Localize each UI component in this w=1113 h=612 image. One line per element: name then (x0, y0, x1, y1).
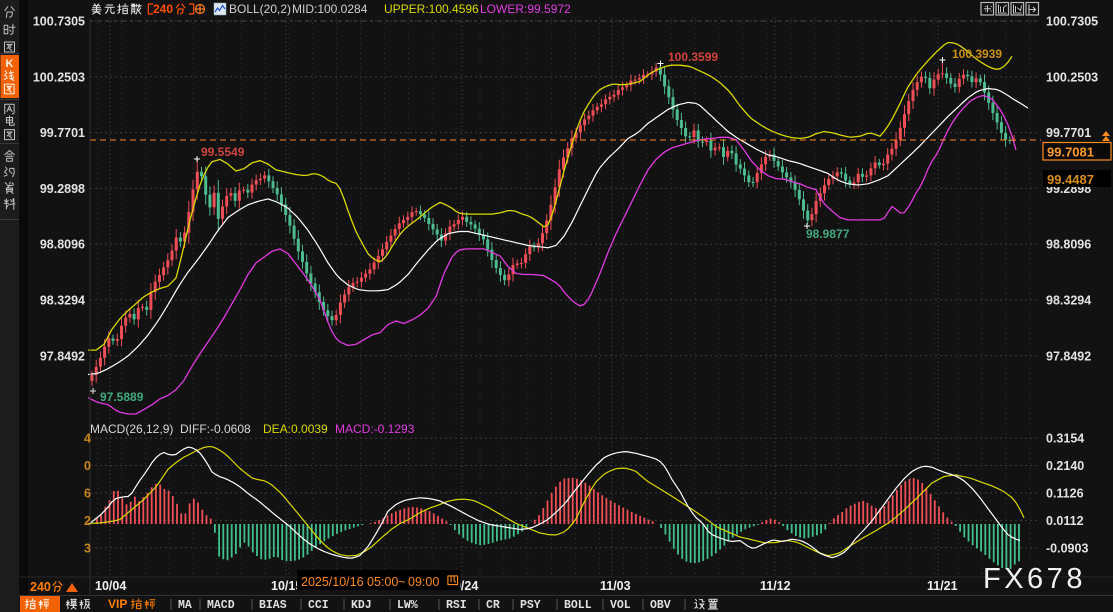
svg-text:99.7081: 99.7081 (1047, 145, 1094, 160)
svg-text:100.7305: 100.7305 (1046, 15, 1098, 29)
svg-text:3: 3 (84, 541, 91, 555)
svg-text:2: 2 (84, 514, 91, 528)
svg-text:CR: CR (486, 599, 500, 612)
svg-text:11/03: 11/03 (600, 579, 631, 593)
svg-text:OBV: OBV (650, 599, 671, 612)
svg-text:PSY: PSY (520, 599, 541, 612)
svg-text:RSI: RSI (446, 599, 467, 612)
svg-text:98.3294: 98.3294 (40, 294, 85, 308)
svg-text:CCI: CCI (308, 599, 329, 612)
svg-text:100.2503: 100.2503 (1046, 70, 1098, 84)
svg-text:97.5889: 97.5889 (100, 390, 144, 404)
svg-text:240: 240 (30, 580, 51, 594)
svg-text:KDJ: KDJ (351, 599, 372, 612)
svg-text:100.3939: 100.3939 (952, 47, 1002, 61)
svg-text:0.0112: 0.0112 (1046, 514, 1084, 528)
svg-text:99.4487: 99.4487 (1047, 172, 1094, 187)
svg-text:10/04: 10/04 (95, 579, 126, 593)
svg-text:-0.0903: -0.0903 (1046, 541, 1088, 555)
svg-text:BOLL(20,2): BOLL(20,2) (229, 2, 291, 16)
svg-text:11/21: 11/21 (927, 579, 958, 593)
svg-text:BOLL: BOLL (564, 599, 592, 612)
svg-text:09:00: 09:00 (408, 575, 439, 589)
svg-text:LOWER:99.5972: LOWER:99.5972 (480, 2, 571, 16)
svg-text:99.5549: 99.5549 (201, 145, 245, 159)
svg-text:11/12: 11/12 (760, 579, 791, 593)
svg-text:BIAS: BIAS (259, 599, 287, 612)
svg-text:100.7305: 100.7305 (33, 15, 85, 29)
svg-text:98.8096: 98.8096 (40, 238, 85, 252)
svg-text:DEA:0.0039: DEA:0.0039 (263, 422, 328, 436)
svg-text:99.7701: 99.7701 (1046, 126, 1091, 140)
svg-text:99.2898: 99.2898 (40, 182, 85, 196)
svg-text:VIP: VIP (108, 597, 127, 611)
svg-text:0.2140: 0.2140 (1046, 459, 1084, 473)
svg-text:VOL: VOL (610, 599, 631, 612)
svg-text:LW%: LW% (397, 599, 418, 612)
svg-text:MACD: MACD (207, 599, 235, 612)
svg-text:MACD:-0.1293: MACD:-0.1293 (335, 422, 415, 436)
svg-text:UPPER:100.4596: UPPER:100.4596 (384, 2, 479, 16)
svg-text:100.3599: 100.3599 (668, 50, 718, 64)
svg-text:98.9877: 98.9877 (806, 227, 850, 241)
svg-text:6: 6 (84, 486, 91, 500)
svg-text:MID:100.0284: MID:100.0284 (292, 2, 368, 16)
svg-text:98.8096: 98.8096 (1046, 238, 1091, 252)
svg-text:2025/10/16 05:00: 2025/10/16 05:00 (301, 575, 398, 589)
svg-text:DIFF:-0.0608: DIFF:-0.0608 (180, 422, 251, 436)
svg-text:0.3154: 0.3154 (1046, 432, 1084, 446)
svg-text:MACD(26,12,9): MACD(26,12,9) (90, 422, 173, 436)
svg-text:0.1126: 0.1126 (1046, 486, 1084, 500)
svg-text:0: 0 (84, 459, 91, 473)
svg-text:~: ~ (398, 575, 405, 589)
svg-text:99.7701: 99.7701 (40, 126, 85, 140)
svg-text:100.2503: 100.2503 (33, 70, 85, 84)
svg-text:FX678: FX678 (983, 563, 1086, 595)
svg-text:98.3294: 98.3294 (1046, 294, 1091, 308)
svg-text:K: K (6, 58, 14, 70)
svg-text:240: 240 (153, 2, 173, 16)
svg-text:97.8492: 97.8492 (1046, 349, 1091, 363)
svg-text:97.8492: 97.8492 (40, 349, 85, 363)
svg-text:MA: MA (178, 599, 192, 612)
